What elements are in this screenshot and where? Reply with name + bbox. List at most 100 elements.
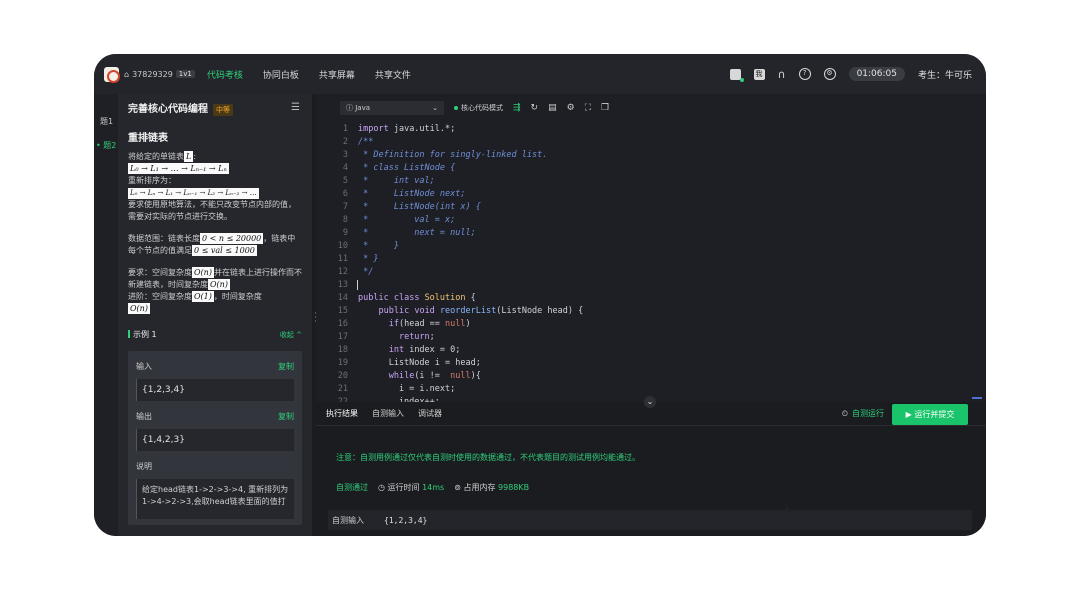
code-line: return; — [398, 332, 435, 342]
line-number: 20 — [337, 371, 348, 381]
line-number: 7 — [342, 202, 348, 212]
fullscreen-icon[interactable]: ⛶ — [585, 103, 591, 113]
tab-whiteboard[interactable]: 协同白板 — [263, 68, 299, 81]
code-line: public void reorderList(ListNode head) { — [378, 306, 584, 316]
tab-share-file[interactable]: 共享文件 — [375, 68, 411, 81]
line-number: 10 — [337, 241, 348, 251]
help-icon[interactable]: ? — [798, 68, 811, 80]
line-number: 16 — [337, 319, 348, 329]
code-line: * Definition for singly-linked list. — [358, 150, 548, 160]
candidate-name: 考生：牛可乐 — [917, 70, 972, 81]
scrollbar-marker — [972, 397, 982, 399]
code-line: * ListNode(int x) { — [358, 202, 481, 212]
code-line: * int val; — [358, 176, 435, 186]
top-tools: 我 ∩ ? ⚙ 01:06:05 考生：牛可乐 — [729, 54, 972, 94]
line-number: 19 — [337, 358, 348, 368]
code-line: if(head == null) — [388, 319, 471, 329]
code-line: public class Solution { — [358, 293, 476, 303]
tab-share-screen[interactable]: 共享屏幕 — [319, 68, 355, 81]
top-bar: ⌂ 37829329 1v1 代码考核 协同白板 共享屏幕 共享文件 我 ∩ ?… — [94, 54, 986, 94]
copy-code-icon[interactable]: ❐ — [601, 103, 609, 113]
tab-result[interactable]: 执行结果 — [326, 408, 358, 419]
timer: 01:06:05 — [848, 67, 905, 81]
line-number: 5 — [342, 176, 348, 186]
code-line: * ListNode next; — [358, 189, 466, 199]
difficulty-badge: 中等 — [213, 104, 233, 116]
camera-icon[interactable] — [729, 68, 744, 82]
code-line: * } — [358, 254, 379, 264]
code-editor: ⓘ Java ⌄ 核心代码模式 ⇶ ↻ ▤ ⚙ ⛶ ❐ 1 import java… — [316, 94, 986, 402]
line-number: 8 — [342, 215, 348, 225]
settings-icon[interactable]: ⚙ — [823, 68, 836, 80]
complexity-requirement: 要求：空间复杂度 O(n) 并在链表上进行操作而不新建链表，时间复杂度 O(n) 进阶… — [128, 267, 302, 314]
tab-self-input[interactable]: 自测输入 — [372, 408, 404, 419]
format-icon[interactable]: ⇶ — [513, 103, 521, 113]
tab-debugger[interactable]: 调试器 — [418, 408, 442, 419]
code-line: * val = x; — [358, 215, 456, 225]
data-range: 数据范围：链表长度 0 < n ≤ 20000 ，链表中每个节点的值满足 0 ≤ va… — [128, 233, 296, 256]
line-number: 3 — [342, 150, 348, 160]
text-cursor — [357, 280, 358, 290]
run-submit-button[interactable]: ▶ 运行并提交 — [892, 404, 968, 425]
line-number: 11 — [337, 254, 348, 264]
problem-description: 将给定的单链表 L: L₀ → L₁ → … → Lₙ₋₁ → Lₙ 重新排序为：… — [128, 151, 296, 221]
memory: ⊚ 占用内存 9988KB — [454, 483, 530, 492]
app-window: ⌂ 37829329 1v1 代码考核 协同白板 共享屏幕 共享文件 我 ∩ ?… — [94, 54, 986, 536]
code-line: * next = null; — [358, 228, 476, 238]
code-line: * } — [358, 241, 399, 251]
problem-title: 重排链表 — [128, 133, 168, 144]
line-number: 14 — [337, 293, 348, 303]
example-header[interactable]: 示例 1 收起 ^ — [128, 329, 302, 341]
app-logo-icon — [104, 66, 120, 83]
headset-icon[interactable]: ∩ — [778, 68, 786, 81]
output-label: 输出 — [136, 412, 152, 421]
nav-question-2[interactable]: • 题2 — [96, 140, 116, 151]
line-number: 4 — [342, 163, 348, 173]
input-label: 输入 — [136, 362, 152, 371]
collapse-panel-icon[interactable]: ☰ — [291, 102, 300, 114]
self-input-value[interactable]: {1,2,3,4} — [384, 516, 427, 525]
example-explanation: 给定head链表1->2->3->4, 重新排列为 1->4->2->3,会取h… — [136, 479, 294, 519]
runtime: ◷ 运行时间 14ms — [378, 483, 445, 492]
example-input: {1,2,3,4} — [136, 379, 294, 401]
line-number: 9 — [342, 228, 348, 238]
terminal-icon[interactable]: ▤ — [548, 103, 557, 113]
copy-input-button[interactable]: 复制 — [278, 361, 294, 373]
copy-output-button[interactable]: 复制 — [278, 411, 294, 423]
self-run-button[interactable]: ⏲ 自测运行 — [842, 408, 884, 419]
tab-code-exam[interactable]: 代码考核 — [207, 68, 243, 81]
example-box: 输入 复制 {1,2,3,4} 输出 复制 {1,4,2,3} 说明 给定head链… — [128, 351, 302, 525]
line-number: 15 — [337, 306, 348, 316]
line-number: 6 — [342, 189, 348, 199]
code-line: ListNode i = head; — [358, 358, 481, 368]
code-area[interactable]: 1 import java.util.*; 2 /** 3 * Definition f… — [316, 122, 986, 402]
line-number: 21 — [337, 384, 348, 394]
fold-button[interactable]: 收起 ^ — [280, 329, 302, 341]
code-line: */ — [358, 267, 374, 277]
notice-text: 注意：自测用例通过仅代表自测时使用的数据通过，不代表题目的测试用例均能通过。 — [336, 453, 640, 462]
pass-badge: 自测通过 — [336, 483, 368, 492]
problem-panel: 完善核心代码编程 中等 ☰ 重排链表 将给定的单链表 L: L₀ → L₁ → …… — [118, 94, 312, 536]
self-input-label: 自测输入 — [332, 515, 364, 525]
code-line: /** — [358, 137, 374, 147]
code-line: * class ListNode { — [358, 163, 456, 173]
line-number: 12 — [337, 267, 348, 277]
editor-toolbar: ⓘ Java ⌄ 核心代码模式 ⇶ ↻ ▤ ⚙ ⛶ ❐ — [316, 94, 986, 122]
reset-icon[interactable]: ↻ — [531, 103, 539, 113]
chevron-down-icon[interactable]: ⌄ — [644, 396, 656, 408]
self-video-icon[interactable]: 我 — [753, 68, 765, 80]
language-select[interactable]: ⓘ Java ⌄ — [340, 101, 444, 115]
explain-label: 说明 — [136, 462, 152, 471]
chevron-down-icon: ⌄ — [432, 104, 438, 112]
nav-question-1[interactable]: 题1 — [100, 116, 113, 127]
run-icon: ⏲ — [841, 409, 848, 418]
top-tabs: 代码考核 协同白板 共享屏幕 共享文件 — [207, 68, 411, 81]
example-output: {1,4,2,3} — [136, 429, 294, 451]
code-line: int index = 0; — [388, 345, 461, 355]
room-info: ⌂ 37829329 1v1 — [124, 70, 195, 79]
editor-settings-icon[interactable]: ⚙ — [567, 103, 575, 113]
line-number: 2 — [342, 137, 348, 147]
line-number: 18 — [337, 345, 348, 355]
problem-header: 完善核心代码编程 中等 — [128, 104, 302, 116]
problem-type: 完善核心代码编程 — [128, 104, 208, 115]
